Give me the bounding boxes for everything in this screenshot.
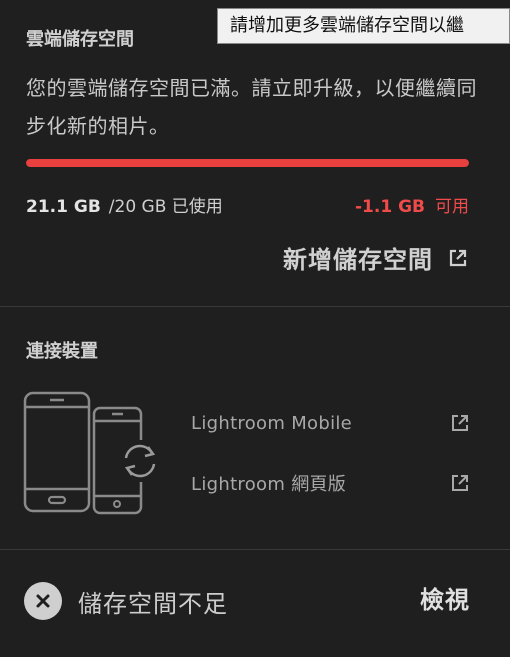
storage-full-message: 您的雲端儲存空間已滿。請立即升級，以便繼續同步化新的相片。	[26, 76, 477, 138]
tooltip: 請增加更多雲端儲存空間以繼	[217, 8, 510, 44]
external-link-icon	[452, 475, 468, 491]
section-divider	[0, 306, 510, 307]
storage-section-title: 雲端儲存空間	[26, 29, 134, 50]
add-storage-label: 新增儲存空間	[283, 246, 433, 274]
close-circle-icon	[24, 582, 62, 620]
lightroom-mobile-label: Lightroom Mobile	[191, 412, 353, 434]
lightroom-mobile-link[interactable]: Lightroom Mobile	[191, 412, 471, 434]
view-button[interactable]: 檢視	[420, 580, 470, 615]
storage-progress-bar	[26, 159, 469, 167]
lightroom-web-link[interactable]: Lightroom 網頁版	[191, 470, 471, 496]
external-link-icon	[452, 415, 468, 431]
storage-available-label: 可用	[435, 197, 469, 217]
lightroom-web-label: Lightroom 網頁版	[191, 474, 347, 495]
storage-status: 儲存空間不足	[24, 582, 228, 620]
storage-usage: 21.1 GB/20 GB 已使用	[26, 192, 223, 217]
storage-available: -1.1 GB 可用	[355, 192, 469, 217]
storage-panel: 雲端儲存空間 您的雲端儲存空間已滿。請立即升級，以便繼續同步化新的相片。 21.…	[0, 0, 510, 657]
storage-total: /20 GB 已使用	[108, 197, 223, 217]
storage-progress-fill	[26, 159, 469, 167]
section-divider	[0, 549, 510, 550]
storage-available-amount: -1.1 GB	[354, 197, 425, 217]
external-link-icon	[449, 249, 467, 266]
add-storage-button[interactable]: 新增儲存空間	[283, 240, 469, 275]
storage-used: 21.1 GB	[26, 197, 101, 217]
devices-section-title: 連接裝置	[26, 341, 98, 362]
storage-status-text: 儲存空間不足	[78, 589, 228, 618]
devices-sync-icon	[23, 391, 158, 515]
